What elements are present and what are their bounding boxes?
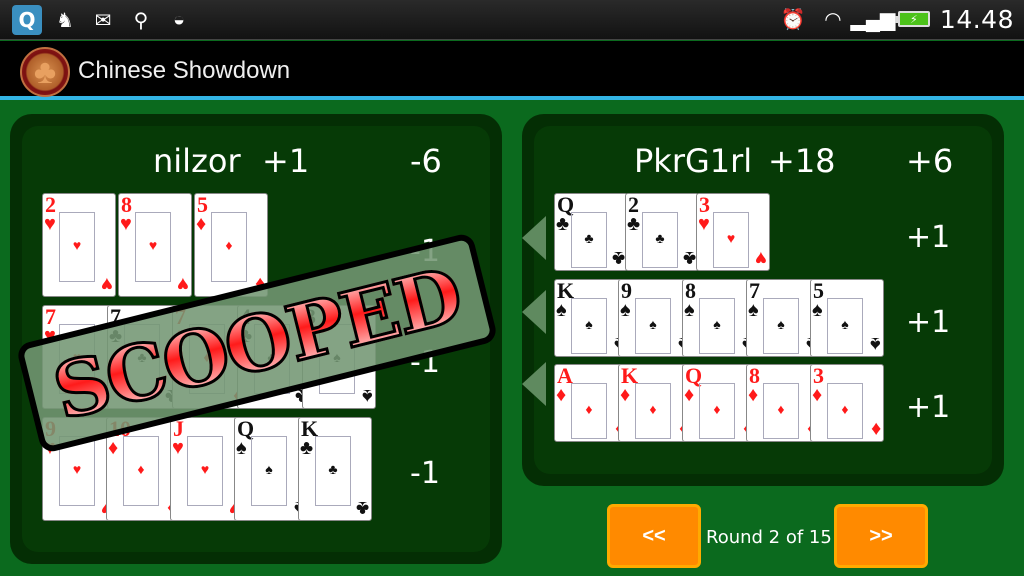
- playing-card[interactable]: 2 ♣ ♣ ♣: [625, 193, 699, 271]
- card-suit-icon: ♥: [172, 437, 184, 459]
- row-score: +1: [906, 390, 951, 425]
- player-name: nilzor: [153, 142, 241, 180]
- card-suit-icon: ♠: [870, 333, 881, 355]
- playing-card[interactable]: 7♠♠♠: [746, 279, 820, 357]
- card-face: ♣: [315, 436, 351, 506]
- card-suit-icon: ♠: [236, 437, 247, 459]
- android-icon: ◒: [172, 8, 186, 31]
- card-suit-icon: ♦: [748, 384, 759, 406]
- playing-card[interactable]: 8♠♠♠: [682, 279, 756, 357]
- playing-card[interactable]: J♥♥♥: [170, 417, 244, 521]
- card-face: ♠: [635, 298, 671, 354]
- card-face: ♥: [135, 212, 171, 282]
- card-face: ♦: [571, 383, 607, 439]
- card-suit-icon: ♦: [556, 384, 567, 406]
- playing-card[interactable]: 5 ♠ ♠ ♠: [810, 279, 884, 357]
- card-face: ♥: [59, 212, 95, 282]
- card-suit-icon: ♣: [627, 213, 641, 235]
- playing-card[interactable]: K♦♦♦: [618, 364, 692, 442]
- card-suit-icon: ♣: [355, 497, 369, 519]
- card-suit-icon: ♣: [556, 213, 570, 235]
- card-face: ♦: [763, 383, 799, 439]
- card-face: ♦: [123, 436, 159, 506]
- previous-round-button[interactable]: <<: [607, 504, 701, 568]
- player-hand-score: +18: [768, 142, 836, 180]
- card-face: ♠: [763, 298, 799, 354]
- playing-card[interactable]: 3 ♥ ♥ ♥: [696, 193, 770, 271]
- round-indicator: Round 2 of 15: [706, 527, 832, 548]
- playing-card[interactable]: 8♦♦♦: [746, 364, 820, 442]
- playing-card[interactable]: Q♠♠♠: [234, 417, 308, 521]
- card-suit-icon: ♥: [120, 213, 132, 235]
- card-face: ♥: [187, 436, 223, 506]
- card-face: ♦: [635, 383, 671, 439]
- card-suit-icon: ♣: [611, 247, 625, 269]
- card-face: ♠: [251, 436, 287, 506]
- alarm-icon: ⏰: [780, 8, 806, 31]
- playing-card[interactable]: K♠♠♠: [554, 279, 628, 357]
- card-face: ♥: [713, 212, 749, 268]
- card-face: ♣: [642, 212, 678, 268]
- signal-icon: ▂▄▆: [850, 8, 896, 31]
- card-suit-icon: ♥: [177, 273, 189, 295]
- card-suit-icon: ♦: [684, 384, 695, 406]
- player-total-score: +6: [906, 142, 954, 180]
- card-suit-icon: ♠: [684, 299, 695, 321]
- card-suit-icon: ♦: [196, 213, 207, 235]
- card-suit-icon: ♦: [620, 384, 631, 406]
- card-suit-icon: ♣: [682, 247, 696, 269]
- card-face: ♠: [699, 298, 735, 354]
- row-score: -1: [410, 456, 440, 491]
- card-face: ♣: [571, 212, 607, 268]
- card-suit-icon: ♠: [812, 299, 823, 321]
- card-suit-icon: ♦: [870, 418, 881, 440]
- player-name: PkrG1rl: [634, 142, 753, 180]
- card-face: ♦: [699, 383, 735, 439]
- mascot-icon: ♞: [56, 9, 74, 32]
- card-suit-icon: ♦: [812, 384, 823, 406]
- card-suit-icon: ♠: [556, 299, 567, 321]
- swap-row-arrow-icon[interactable]: [522, 362, 546, 406]
- card-suit-icon: ♥: [101, 273, 113, 295]
- card-suit-icon: ♠: [362, 385, 373, 407]
- playing-card[interactable]: Q ♣ ♣ ♣: [554, 193, 628, 271]
- gmail-icon: ✉: [94, 9, 112, 32]
- card-suit-icon: ♣: [300, 437, 314, 459]
- playing-card[interactable]: Q♦♦♦: [682, 364, 756, 442]
- playing-card[interactable]: 9♠♠♠: [618, 279, 692, 357]
- playing-card[interactable]: 3 ♦ ♦ ♦: [810, 364, 884, 442]
- usb-icon: ⚲: [133, 9, 149, 32]
- swap-row-arrow-icon[interactable]: [522, 290, 546, 334]
- playing-card[interactable]: 5♦♦♦: [194, 193, 268, 297]
- battery-charging-icon: ⚡: [894, 11, 930, 27]
- card-suit-icon: ♥: [44, 213, 56, 235]
- player-total-score: -6: [410, 142, 442, 180]
- playing-card[interactable]: A♦♦♦: [554, 364, 628, 442]
- wifi-icon: ◠: [825, 8, 841, 31]
- status-bar: Q ♞ ✉ ⚲ ◒ ⏰ ◠ ▂▄▆ ⚡ 14.48: [0, 0, 1024, 40]
- card-suit-icon: ♦: [108, 437, 119, 459]
- player-hand-score: +1: [262, 142, 310, 180]
- q-app-icon: Q: [12, 5, 42, 35]
- card-suit-icon: ♥: [755, 247, 767, 269]
- swap-row-arrow-icon[interactable]: [522, 216, 546, 260]
- card-suit-icon: ♠: [620, 299, 631, 321]
- card-face: ♦: [827, 383, 863, 439]
- card-face: ♠: [827, 298, 863, 354]
- row-score: +1: [906, 220, 951, 255]
- card-suit-icon: ♠: [748, 299, 759, 321]
- action-bar: ♣ Chinese Showdown: [0, 41, 1024, 100]
- row-score: +1: [906, 305, 951, 340]
- clock: 14.48: [939, 4, 1014, 34]
- clover-logo-icon[interactable]: ♣: [20, 47, 70, 97]
- card-face: ♠: [571, 298, 607, 354]
- playing-card[interactable]: K ♣ ♣ ♣: [298, 417, 372, 521]
- next-round-button[interactable]: >>: [834, 504, 928, 568]
- card-face: ♦: [211, 212, 247, 282]
- playing-card[interactable]: 8 ♥ ♥ ♥: [118, 193, 192, 297]
- app-title: Chinese Showdown: [78, 57, 291, 84]
- card-suit-icon: ♥: [698, 213, 710, 235]
- playing-card[interactable]: 2 ♥ ♥ ♥: [42, 193, 116, 297]
